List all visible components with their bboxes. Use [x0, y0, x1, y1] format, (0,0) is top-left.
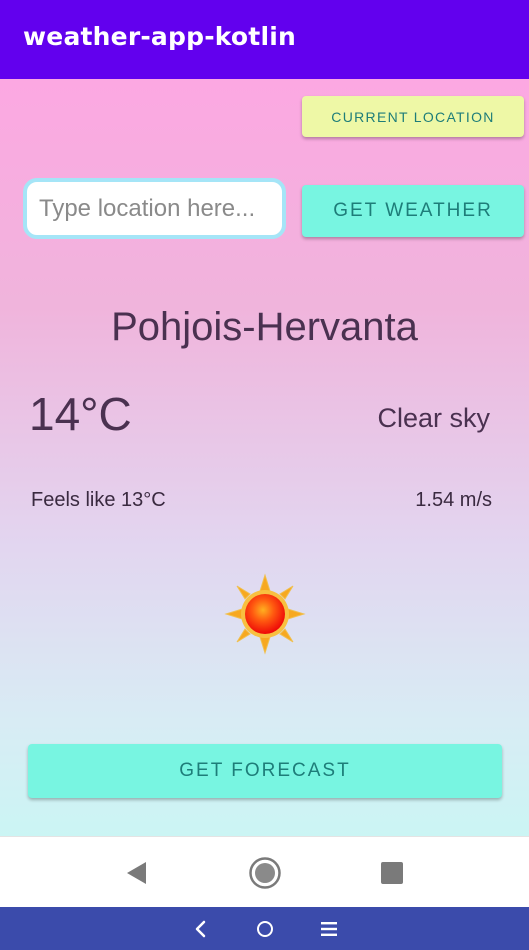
get-forecast-button[interactable]: GET FORECAST [28, 744, 502, 798]
app-title: weather-app-kotlin [23, 22, 296, 51]
chevron-left-icon[interactable] [193, 920, 209, 938]
home-circle-icon[interactable] [248, 856, 282, 890]
feels-like: Feels like 13°C [31, 489, 166, 511]
get-weather-button[interactable]: GET WEATHER [302, 185, 524, 237]
circle-icon[interactable] [256, 920, 274, 938]
get-weather-label: GET WEATHER [333, 200, 493, 221]
system-bar [0, 907, 529, 950]
wind-speed: 1.54 m/s [415, 489, 492, 511]
menu-icon[interactable] [320, 921, 338, 937]
get-forecast-label: GET FORECAST [179, 760, 351, 781]
temperature: 14°C [29, 388, 132, 440]
current-location-button[interactable]: CURRENT LOCATION [302, 96, 524, 137]
current-location-label: CURRENT LOCATION [331, 108, 495, 125]
sun-icon [224, 573, 306, 655]
weather-description: Clear sky [377, 403, 490, 433]
main-content: CURRENT LOCATION GET WEATHER Pohjois-Her… [0, 79, 529, 836]
app-bar: weather-app-kotlin [0, 0, 529, 79]
location-input[interactable] [23, 178, 286, 239]
city-name: Pohjois-Hervanta [111, 305, 418, 349]
recents-square-icon[interactable] [381, 862, 403, 884]
back-triangle-icon[interactable] [124, 860, 150, 886]
navigation-bar [0, 836, 529, 907]
